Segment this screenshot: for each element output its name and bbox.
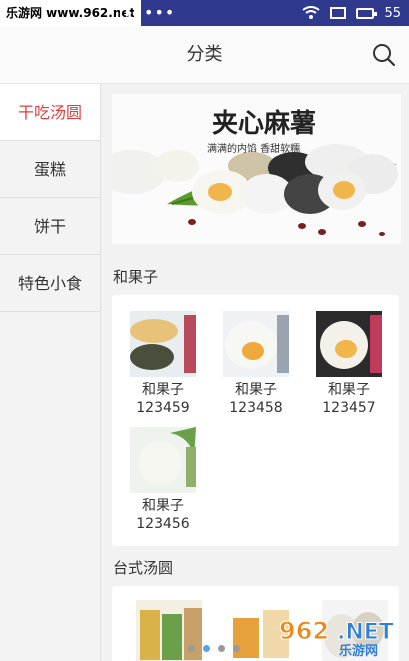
sidebar-item-dry-tangyuan[interactable]: 干吃汤圆 (0, 84, 100, 141)
svg-text:乐游网: 乐游网 (339, 643, 378, 657)
more-dots-icon: ••• (144, 3, 176, 22)
wifi-icon (302, 6, 321, 19)
product-name: 和果子 (142, 498, 184, 514)
battery-level: 55 (384, 5, 401, 21)
svg-text:.NET: .NET (337, 620, 394, 645)
promo-banner[interactable]: 夹心麻薯 满满的内馅 香甜软糯 (112, 94, 401, 244)
svg-text:962: 962 (279, 617, 329, 645)
product-code: 123457 (322, 400, 376, 416)
page-title: 分类 (186, 44, 223, 65)
product-name: 和果子 (235, 382, 277, 398)
battery-icon (356, 7, 378, 19)
product-code: 123456 (136, 516, 190, 532)
page-dot-active[interactable] (203, 645, 210, 652)
category-sidebar: 干吃汤圆 蛋糕 饼干 特色小食 (0, 84, 101, 661)
svg-text:夹心麻薯: 夹心麻薯 (212, 109, 316, 139)
product-code: 123458 (229, 400, 283, 416)
sidebar-item-cake[interactable]: 蛋糕 (0, 141, 100, 198)
product-thumbnail (130, 427, 196, 493)
product-name: 和果子 (328, 382, 370, 398)
search-icon[interactable] (371, 42, 397, 68)
page-dot[interactable] (188, 645, 195, 652)
main-content: 夹心麻薯 满满的内馅 香甜软糯 和果子 和果子 123459 和果子 12345… (101, 84, 409, 661)
video-icon (120, 6, 136, 20)
status-right: 55 (302, 3, 401, 23)
product-grid-wagashi: 和果子 123459 和果子 123458 和果子 123457 和果子 123… (112, 295, 399, 546)
product-thumbnail (130, 311, 196, 377)
product-thumbnail (223, 311, 289, 377)
status-icons: ••• (120, 4, 175, 22)
page-dot[interactable] (218, 645, 225, 652)
product-item[interactable]: 和果子 123458 (216, 311, 296, 417)
section-title-taiwan-tangyuan: 台式汤圆 (113, 559, 174, 577)
section-title-wagashi: 和果子 (113, 268, 159, 286)
product-item[interactable]: 和果子 123457 (309, 311, 389, 417)
sidebar-item-snacks[interactable]: 特色小食 (0, 255, 100, 312)
sidebar-item-biscuit[interactable]: 饼干 (0, 198, 100, 255)
product-item[interactable]: 和果子 123456 (123, 427, 203, 533)
status-bar: 乐游网 www.962.net ••• 55 (0, 0, 409, 26)
site-watermark-logo: 962 .NET 乐游网 (279, 617, 395, 658)
app-header: 分类 (0, 26, 409, 84)
page-dot[interactable] (233, 645, 240, 652)
signal-icon (330, 7, 347, 19)
product-thumbnail (316, 311, 382, 377)
product-name: 和果子 (142, 382, 184, 398)
product-item[interactable]: 和果子 123459 (123, 311, 203, 417)
product-code: 123459 (136, 400, 190, 416)
banner-image: 夹心麻薯 满满的内馅 香甜软糯 (112, 94, 401, 244)
page-indicator (188, 645, 240, 652)
